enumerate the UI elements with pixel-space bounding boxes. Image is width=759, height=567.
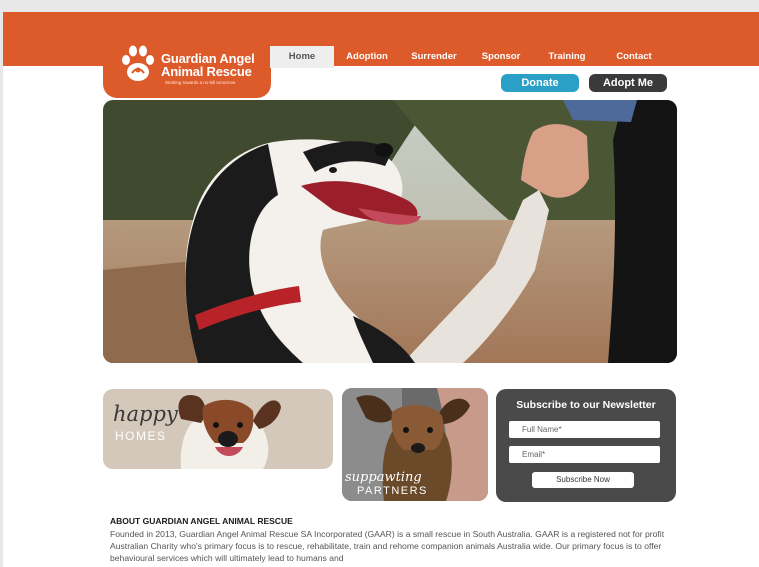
main-nav: Home Adoption Surrender Sponsor Training… bbox=[270, 46, 668, 68]
page: Guardian Angel Animal Rescue Working tow… bbox=[3, 12, 759, 567]
nav-adoption[interactable]: Adoption bbox=[334, 46, 400, 68]
logo[interactable]: Guardian Angel Animal Rescue Working tow… bbox=[103, 38, 271, 98]
about-text: Founded in 2013, Guardian Angel Animal R… bbox=[110, 529, 665, 563]
logo-title: Guardian Angel Animal Rescue bbox=[161, 52, 269, 78]
nav-contact[interactable]: Contact bbox=[600, 46, 668, 68]
logo-tagline: Working towards a no-kill tomorrow bbox=[165, 80, 236, 85]
nav-surrender[interactable]: Surrender bbox=[400, 46, 468, 68]
about-heading: ABOUT GUARDIAN ANGEL ANIMAL RESCUE bbox=[110, 516, 293, 526]
hero-image bbox=[103, 100, 677, 363]
full-name-input[interactable] bbox=[509, 421, 660, 438]
newsletter-title: Subscribe to our Newsletter bbox=[516, 399, 656, 411]
nav-training[interactable]: Training bbox=[534, 46, 600, 68]
suppawting-script-text: suppawting bbox=[345, 470, 422, 485]
logo-line-2: Animal Rescue bbox=[161, 64, 252, 79]
subscribe-now-button[interactable]: Subscribe Now bbox=[532, 472, 634, 488]
homes-caps-text: HOMES bbox=[115, 429, 167, 443]
partners-caps-text: PARTNERS bbox=[357, 485, 428, 497]
newsletter-box: Subscribe to our Newsletter Subscribe No… bbox=[496, 389, 676, 502]
paw-icon bbox=[122, 45, 154, 81]
happy-script-text: happy bbox=[113, 402, 178, 426]
donate-button[interactable]: Donate bbox=[501, 74, 579, 92]
nav-sponsor[interactable]: Sponsor bbox=[468, 46, 534, 68]
adopt-me-button[interactable]: Adopt Me bbox=[589, 74, 667, 92]
nav-home[interactable]: Home bbox=[270, 46, 334, 68]
email-input[interactable] bbox=[509, 446, 660, 463]
